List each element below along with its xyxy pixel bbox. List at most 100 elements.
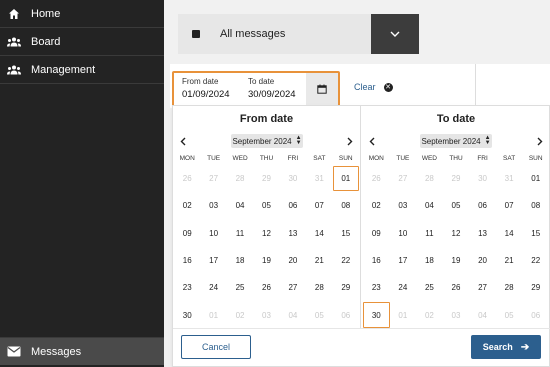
calendar-day[interactable]: 13: [469, 220, 496, 247]
calendar-day[interactable]: 29: [443, 165, 470, 192]
calendar-day[interactable]: 06: [333, 301, 359, 328]
chevron-left-icon[interactable]: [365, 133, 379, 149]
calendar-day[interactable]: 29: [253, 165, 279, 192]
calendar-day[interactable]: 09: [174, 220, 200, 247]
calendar-day[interactable]: 03: [390, 192, 417, 219]
calendar-day[interactable]: 21: [306, 247, 332, 274]
calendar-day[interactable]: 14: [496, 220, 523, 247]
calendar-day[interactable]: 15: [333, 220, 359, 247]
calendar-day[interactable]: 13: [280, 220, 306, 247]
calendar-day[interactable]: 28: [496, 274, 523, 301]
sidebar-item-board[interactable]: Board: [0, 28, 164, 56]
date-range-picker[interactable]: From date 01/09/2024 To date 30/09/2024: [172, 71, 340, 107]
calendar-day[interactable]: 02: [227, 301, 253, 328]
calendar-day[interactable]: 02: [363, 192, 390, 219]
calendar-day[interactable]: 12: [253, 220, 279, 247]
calendar-day[interactable]: 11: [416, 220, 443, 247]
sidebar-item-messages[interactable]: Messages: [0, 337, 164, 365]
cancel-button[interactable]: Cancel: [181, 335, 251, 359]
calendar-day[interactable]: 26: [443, 274, 470, 301]
calendar-day[interactable]: 24: [390, 274, 417, 301]
calendar-day[interactable]: 11: [227, 220, 253, 247]
calendar-day[interactable]: 19: [443, 247, 470, 274]
calendar-day[interactable]: 15: [522, 220, 549, 247]
search-button[interactable]: Search ➔: [471, 335, 541, 359]
clear-button[interactable]: Clear ✕: [354, 82, 393, 92]
calendar-day[interactable]: 25: [416, 274, 443, 301]
calendar-day[interactable]: 26: [363, 165, 390, 192]
message-type-select[interactable]: All messages: [178, 14, 419, 54]
calendar-day[interactable]: 21: [496, 247, 523, 274]
month-select[interactable]: September 2024 ▲ ▼: [420, 134, 492, 148]
calendar-day[interactable]: 04: [280, 301, 306, 328]
calendar-day[interactable]: 25: [227, 274, 253, 301]
calendar-day[interactable]: 31: [496, 165, 523, 192]
calendar-day[interactable]: 29: [522, 274, 549, 301]
calendar-day[interactable]: 16: [363, 247, 390, 274]
calendar-day[interactable]: 18: [227, 247, 253, 274]
calendar-day[interactable]: 19: [253, 247, 279, 274]
calendar-day[interactable]: 27: [200, 165, 226, 192]
calendar-day[interactable]: 27: [390, 165, 417, 192]
calendar-day[interactable]: 04: [227, 192, 253, 219]
calendar-day[interactable]: 05: [496, 301, 523, 328]
calendar-day[interactable]: 27: [280, 274, 306, 301]
calendar-day[interactable]: 28: [227, 165, 253, 192]
calendar-day[interactable]: 26: [253, 274, 279, 301]
calendar-day[interactable]: 01: [390, 301, 417, 328]
calendar-day[interactable]: 04: [416, 192, 443, 219]
calendar-day-selected[interactable]: 30: [363, 301, 390, 329]
calendar-day[interactable]: 28: [416, 165, 443, 192]
calendar-day[interactable]: 26: [174, 165, 200, 192]
sidebar-item-home[interactable]: Home: [0, 0, 164, 28]
calendar-day[interactable]: 06: [280, 192, 306, 219]
calendar-day[interactable]: 14: [306, 220, 332, 247]
calendar-button[interactable]: [306, 73, 338, 105]
calendar-day[interactable]: 03: [200, 192, 226, 219]
calendar-day[interactable]: 27: [469, 274, 496, 301]
chevron-right-icon[interactable]: [343, 133, 357, 149]
calendar-day[interactable]: 06: [522, 301, 549, 328]
calendar-day[interactable]: 12: [443, 220, 470, 247]
calendar-day[interactable]: 20: [280, 247, 306, 274]
calendar-day[interactable]: 06: [469, 192, 496, 219]
calendar-day[interactable]: 24: [200, 274, 226, 301]
chevron-right-icon[interactable]: [533, 133, 547, 149]
calendar-day[interactable]: 30: [174, 301, 200, 328]
calendar-day[interactable]: 18: [416, 247, 443, 274]
calendar-day[interactable]: 02: [416, 301, 443, 328]
month-select[interactable]: September 2024 ▲ ▼: [231, 134, 303, 148]
calendar-day[interactable]: 10: [200, 220, 226, 247]
calendar-day[interactable]: 04: [469, 301, 496, 328]
calendar-day[interactable]: 16: [174, 247, 200, 274]
calendar-day[interactable]: 20: [469, 247, 496, 274]
calendar-day[interactable]: 31: [306, 165, 332, 192]
calendar-day[interactable]: 05: [443, 192, 470, 219]
calendar-day[interactable]: 05: [253, 192, 279, 219]
calendar-day[interactable]: 09: [363, 220, 390, 247]
calendar-day[interactable]: 08: [522, 192, 549, 219]
calendar-day-selected[interactable]: 01: [332, 165, 360, 192]
calendar-day[interactable]: 23: [174, 274, 200, 301]
to-date-field[interactable]: To date 30/09/2024: [240, 73, 306, 105]
calendar-day[interactable]: 28: [306, 274, 332, 301]
calendar-day[interactable]: 05: [306, 301, 332, 328]
calendar-day[interactable]: 07: [496, 192, 523, 219]
calendar-day[interactable]: 17: [390, 247, 417, 274]
calendar-day[interactable]: 23: [363, 274, 390, 301]
calendar-day[interactable]: 03: [253, 301, 279, 328]
from-date-field[interactable]: From date 01/09/2024: [174, 73, 240, 105]
calendar-day[interactable]: 01: [522, 165, 549, 192]
calendar-day[interactable]: 01: [200, 301, 226, 328]
calendar-day[interactable]: 30: [469, 165, 496, 192]
calendar-day[interactable]: 29: [333, 274, 359, 301]
calendar-day[interactable]: 10: [390, 220, 417, 247]
sidebar-item-management[interactable]: Management: [0, 56, 164, 84]
calendar-day[interactable]: 30: [280, 165, 306, 192]
chevron-left-icon[interactable]: [176, 133, 190, 149]
calendar-day[interactable]: 02: [174, 192, 200, 219]
calendar-day[interactable]: 08: [333, 192, 359, 219]
calendar-day[interactable]: 17: [200, 247, 226, 274]
dropdown-toggle[interactable]: [371, 14, 419, 54]
calendar-day[interactable]: 03: [443, 301, 470, 328]
